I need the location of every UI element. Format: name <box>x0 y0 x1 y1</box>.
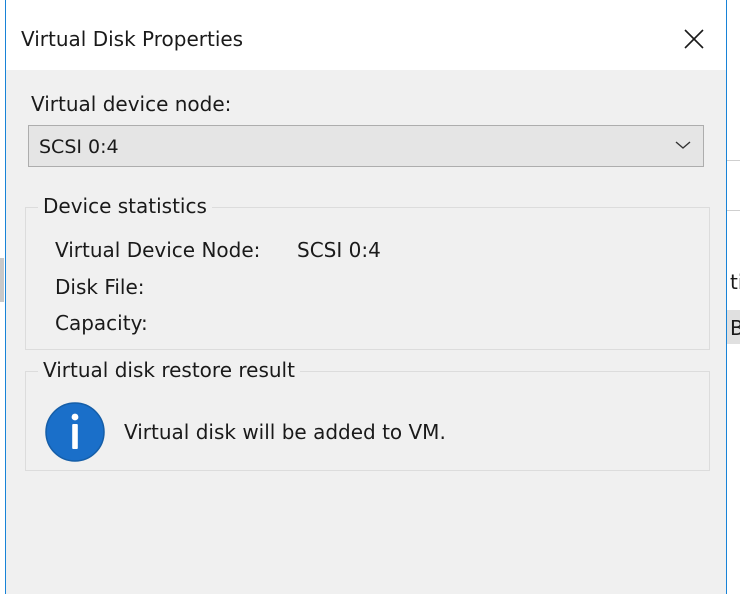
background-cell-text: B <box>730 316 740 340</box>
info-icon <box>45 402 105 462</box>
background-panel <box>727 0 740 594</box>
disk-file-stat-label: Disk File: <box>55 275 145 299</box>
device-statistics-legend: Device statistics <box>38 194 212 218</box>
background-scroll-strip <box>0 258 4 302</box>
virtual-device-node-label: Virtual device node: <box>31 92 232 116</box>
chevron-down-icon <box>675 141 691 149</box>
close-icon <box>684 29 704 49</box>
background-divider <box>727 160 740 161</box>
virtual-device-node-select[interactable]: SCSI 0:4 <box>28 125 704 167</box>
dialog-title: Virtual Disk Properties <box>21 27 244 51</box>
restore-result-legend: Virtual disk restore result <box>38 358 300 382</box>
virtual-device-node-stat-value: SCSI 0:4 <box>297 238 381 262</box>
capacity-stat-label: Capacity: <box>55 311 148 335</box>
dialog-titlebar[interactable]: Virtual Disk Properties <box>6 0 726 70</box>
virtual-disk-properties-dialog: Virtual Disk Properties Virtual device n… <box>5 0 727 594</box>
background-cell-text: ti <box>730 270 740 294</box>
virtual-device-node-stat-label: Virtual Device Node: <box>55 238 261 262</box>
background-divider <box>727 210 740 211</box>
select-value: SCSI 0:4 <box>39 136 119 158</box>
close-button[interactable] <box>676 22 712 56</box>
restore-result-message: Virtual disk will be added to VM. <box>124 420 446 444</box>
